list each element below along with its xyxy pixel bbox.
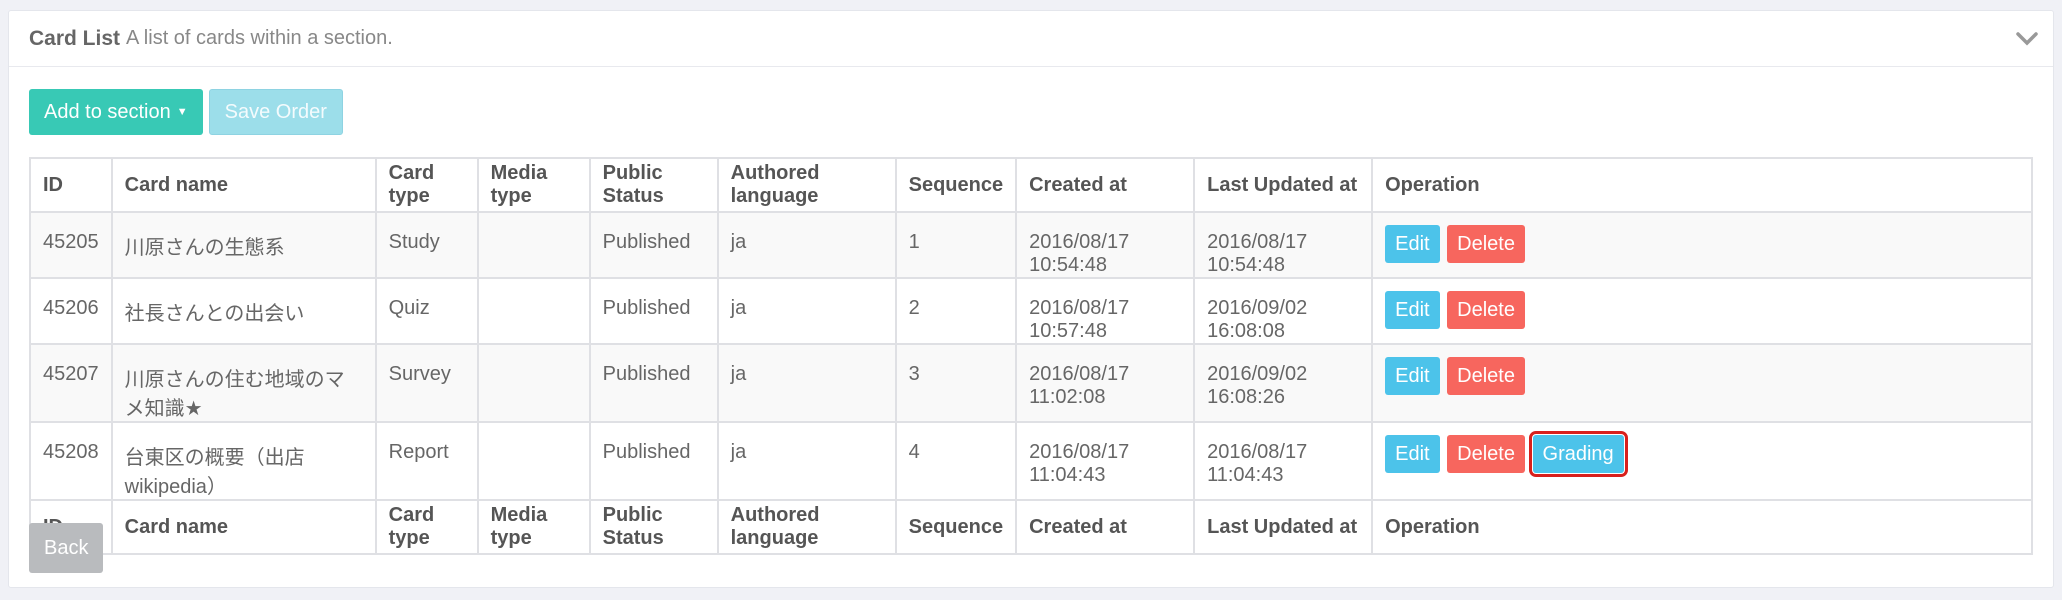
cell-card-name: 社長さんとの出会い [110, 277, 377, 345]
column-footer: Created at [1015, 499, 1196, 555]
column-header[interactable]: Media type [476, 157, 591, 213]
add-to-section-label: Add to section [44, 100, 171, 123]
column-header[interactable]: Last Updated at [1193, 157, 1374, 213]
cell-updated-at: 2016/08/17 10:54:48 [1193, 211, 1374, 279]
delete-button[interactable]: Delete [1447, 357, 1525, 395]
table-row: 45205 川原さんの生態系 Study Published ja 1 2016… [29, 211, 2033, 279]
cell-created-at: 2016/08/17 10:57:48 [1015, 277, 1196, 345]
table-row: 45208 台東区の概要（出店 wikipedia） Report Publis… [29, 421, 2033, 501]
chevron-down-icon[interactable] [2013, 25, 2041, 53]
edit-button[interactable]: Edit [1385, 291, 1440, 329]
cell-operation: Edit Delete Grading [1371, 421, 2033, 501]
column-header[interactable]: Card name [110, 157, 377, 213]
cell-card-name: 川原さんの住む地域のマメ知識★ [110, 343, 377, 423]
edit-button[interactable]: Edit [1385, 357, 1440, 395]
cell-updated-at: 2016/09/02 16:08:26 [1193, 343, 1374, 423]
cell-sequence: 2 [894, 277, 1018, 345]
cell-sequence: 4 [894, 421, 1018, 501]
cell-card-type: Study [374, 211, 479, 279]
add-to-section-button[interactable]: Add to section ▼ [29, 89, 203, 135]
page-subtitle: A list of cards within a section. [126, 27, 393, 49]
column-header[interactable]: Authored language [716, 157, 897, 213]
column-header: Operation [1371, 157, 2033, 213]
cell-media-type [476, 421, 591, 501]
card-list-panel: Card List A list of cards within a secti… [8, 10, 2054, 588]
cell-operation: Edit Delete [1371, 211, 2033, 279]
cell-language: ja [716, 421, 897, 501]
cell-media-type [476, 277, 591, 345]
column-header[interactable]: ID [29, 157, 113, 213]
cell-created-at: 2016/08/17 10:54:48 [1015, 211, 1196, 279]
cell-public-status: Published [588, 211, 719, 279]
table-row: 45206 社長さんとの出会い Quiz Published ja 2 2016… [29, 277, 2033, 345]
column-header[interactable]: Public Status [588, 157, 719, 213]
toolbar: Add to section ▼ Save Order [29, 89, 343, 135]
column-footer: Card name [110, 499, 377, 555]
cell-public-status: Published [588, 421, 719, 501]
column-footer: Public Status [588, 499, 719, 555]
table-header-row: ID Card name Card type Media type Public… [29, 157, 2033, 213]
delete-button[interactable]: Delete [1447, 435, 1525, 473]
cell-card-name: 川原さんの生態系 [110, 211, 377, 279]
cell-id: 45208 [29, 421, 113, 501]
edit-button[interactable]: Edit [1385, 435, 1440, 473]
cell-card-type: Survey [374, 343, 479, 423]
cell-created-at: 2016/08/17 11:04:43 [1015, 421, 1196, 501]
cell-operation: Edit Delete [1371, 277, 2033, 345]
column-footer: Sequence [894, 499, 1018, 555]
table-footer-row: ID Card name Card type Media type Public… [29, 499, 2033, 555]
column-header[interactable]: Card type [374, 157, 479, 213]
edit-button[interactable]: Edit [1385, 225, 1440, 263]
cell-card-name: 台東区の概要（出店 wikipedia） [110, 421, 377, 501]
save-order-button[interactable]: Save Order [208, 89, 343, 135]
page-title: Card List [29, 26, 121, 50]
cell-public-status: Published [588, 277, 719, 345]
column-footer: Operation [1371, 499, 2033, 555]
delete-button[interactable]: Delete [1447, 291, 1525, 329]
grading-button[interactable]: Grading [1528, 431, 1628, 477]
cell-sequence: 1 [894, 211, 1018, 279]
column-footer: Media type [476, 499, 591, 555]
cell-language: ja [716, 343, 897, 423]
column-header[interactable]: Created at [1015, 157, 1196, 213]
column-footer: Last Updated at [1193, 499, 1374, 555]
cell-id: 45205 [29, 211, 113, 279]
cell-updated-at: 2016/08/17 11:04:43 [1193, 421, 1374, 501]
card-table: ID Card name Card type Media type Public… [29, 157, 2033, 555]
cell-id: 45207 [29, 343, 113, 423]
cell-id: 45206 [29, 277, 113, 345]
column-footer: Card type [374, 499, 479, 555]
cell-created-at: 2016/08/17 11:02:08 [1015, 343, 1196, 423]
cell-card-type: Quiz [374, 277, 479, 345]
delete-button[interactable]: Delete [1447, 225, 1525, 263]
column-footer: Authored language [716, 499, 897, 555]
cell-language: ja [716, 211, 897, 279]
cell-media-type [476, 211, 591, 279]
cell-sequence: 3 [894, 343, 1018, 423]
cell-media-type [476, 343, 591, 423]
cell-card-type: Report [374, 421, 479, 501]
cell-updated-at: 2016/09/02 16:08:08 [1193, 277, 1374, 345]
caret-down-icon: ▼ [176, 106, 188, 118]
back-button[interactable]: Back [29, 523, 104, 573]
cell-public-status: Published [588, 343, 719, 423]
cell-language: ja [716, 277, 897, 345]
panel-header: Card List A list of cards within a secti… [9, 11, 2053, 67]
cell-operation: Edit Delete [1371, 343, 2033, 423]
column-header[interactable]: Sequence [894, 157, 1018, 213]
table-row: 45207 川原さんの住む地域のマメ知識★ Survey Published j… [29, 343, 2033, 423]
